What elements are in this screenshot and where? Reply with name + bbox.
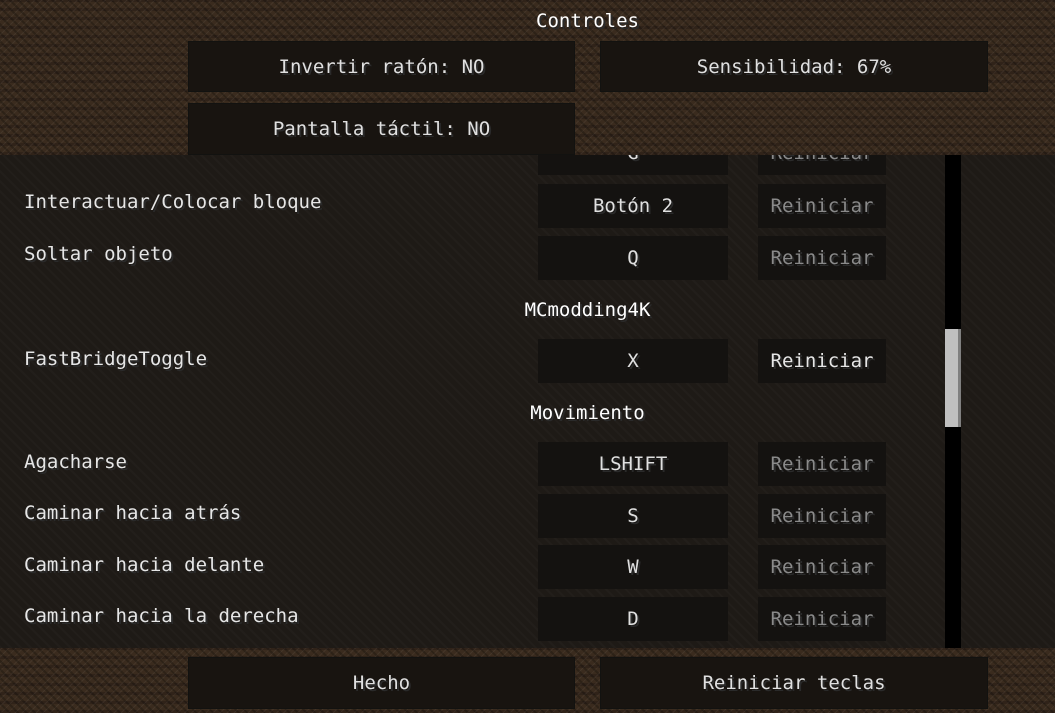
reset-button[interactable]: Reiniciar xyxy=(758,339,886,383)
done-button[interactable]: Hecho xyxy=(188,657,575,709)
touchscreen-button[interactable]: Pantalla táctil: NO xyxy=(188,103,575,155)
key-button[interactable]: LSHIFT xyxy=(538,442,728,486)
reset-button[interactable]: Reiniciar xyxy=(758,442,886,486)
keybind-label: Caminar hacia atrás xyxy=(24,502,242,524)
category-heading: MCmodding4K xyxy=(524,299,651,321)
keybind-label: Caminar hacia la derecha xyxy=(24,605,299,627)
keybind-label: Caminar hacia delante xyxy=(24,554,265,576)
reset-keys-button[interactable]: Reiniciar teclas xyxy=(600,657,988,709)
category-heading: Movimiento xyxy=(530,402,645,424)
reset-button[interactable]: Reiniciar xyxy=(758,597,886,641)
keybind-label: Agacharse xyxy=(24,451,127,473)
keybind-label: FastBridgeToggle xyxy=(24,348,208,370)
key-button[interactable]: S xyxy=(538,494,728,538)
invert-mouse-button[interactable]: Invertir ratón: NO xyxy=(188,41,575,92)
key-button[interactable]: Botón 2 xyxy=(538,184,728,228)
keybind-label: Soltar objeto xyxy=(24,243,173,265)
reset-button[interactable]: Reiniciar xyxy=(758,236,886,280)
sensitivity-slider[interactable]: Sensibilidad: 67% xyxy=(600,41,988,92)
reset-button[interactable]: Reiniciar xyxy=(758,155,886,175)
screen-title: Controles xyxy=(536,10,639,32)
keybind-label: Interactuar/Colocar bloque xyxy=(24,191,322,213)
key-button[interactable]: X xyxy=(538,339,728,383)
key-button[interactable]: G xyxy=(538,155,728,175)
reset-button[interactable]: Reiniciar xyxy=(758,184,886,228)
key-button[interactable]: Q xyxy=(538,236,728,280)
key-button[interactable]: D xyxy=(538,597,728,641)
reset-button[interactable]: Reiniciar xyxy=(758,545,886,589)
reset-button[interactable]: Reiniciar xyxy=(758,494,886,538)
keybinding-list[interactable]: G Reiniciar Interactuar/Colocar bloque B… xyxy=(0,155,1055,648)
scrollbar-thumb[interactable] xyxy=(945,329,961,427)
key-button[interactable]: W xyxy=(538,545,728,589)
